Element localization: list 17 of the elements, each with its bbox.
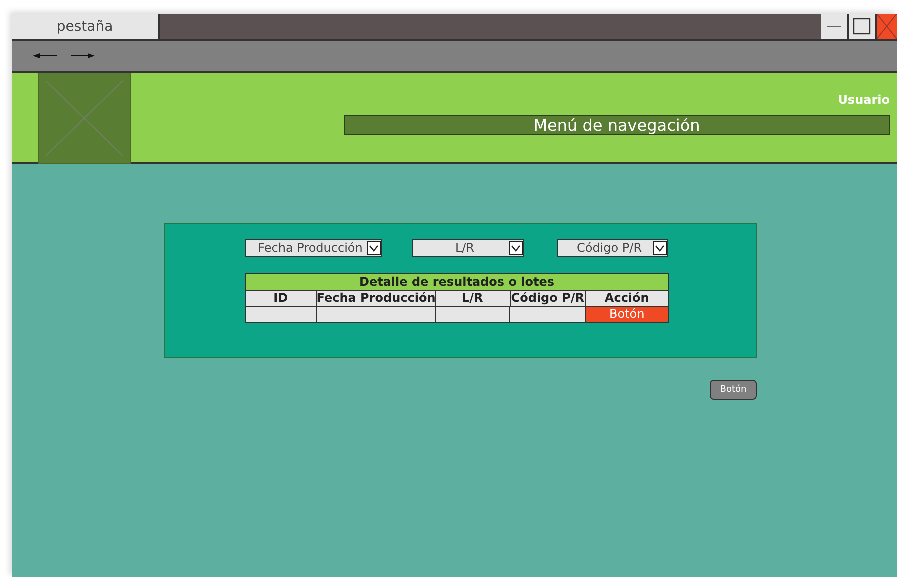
column-header: Código P/R: [510, 291, 586, 306]
maximize-icon[interactable]: [849, 14, 875, 39]
action-button[interactable]: Botón: [710, 380, 757, 400]
dropdown[interactable]: L/R: [412, 239, 524, 257]
dropdown[interactable]: Fecha Producción: [245, 239, 382, 257]
table-title: Detalle de resultados o lotes: [246, 274, 668, 291]
back-arrow-icon[interactable]: [33, 53, 57, 59]
column-header: Fecha Producción: [316, 291, 436, 306]
column-header: L/R: [436, 291, 511, 306]
forward-arrow-icon[interactable]: [71, 53, 95, 59]
dropdown[interactable]: Código P/R: [557, 239, 668, 257]
browser-tab[interactable]: pestaña: [12, 14, 160, 39]
navigation-menu[interactable]: Menú de navegación: [344, 115, 890, 135]
column-header: ID: [246, 291, 317, 306]
minimize-icon[interactable]: [821, 14, 847, 39]
action-button[interactable]: Botón: [586, 307, 668, 322]
column-header: Acción: [586, 291, 668, 306]
